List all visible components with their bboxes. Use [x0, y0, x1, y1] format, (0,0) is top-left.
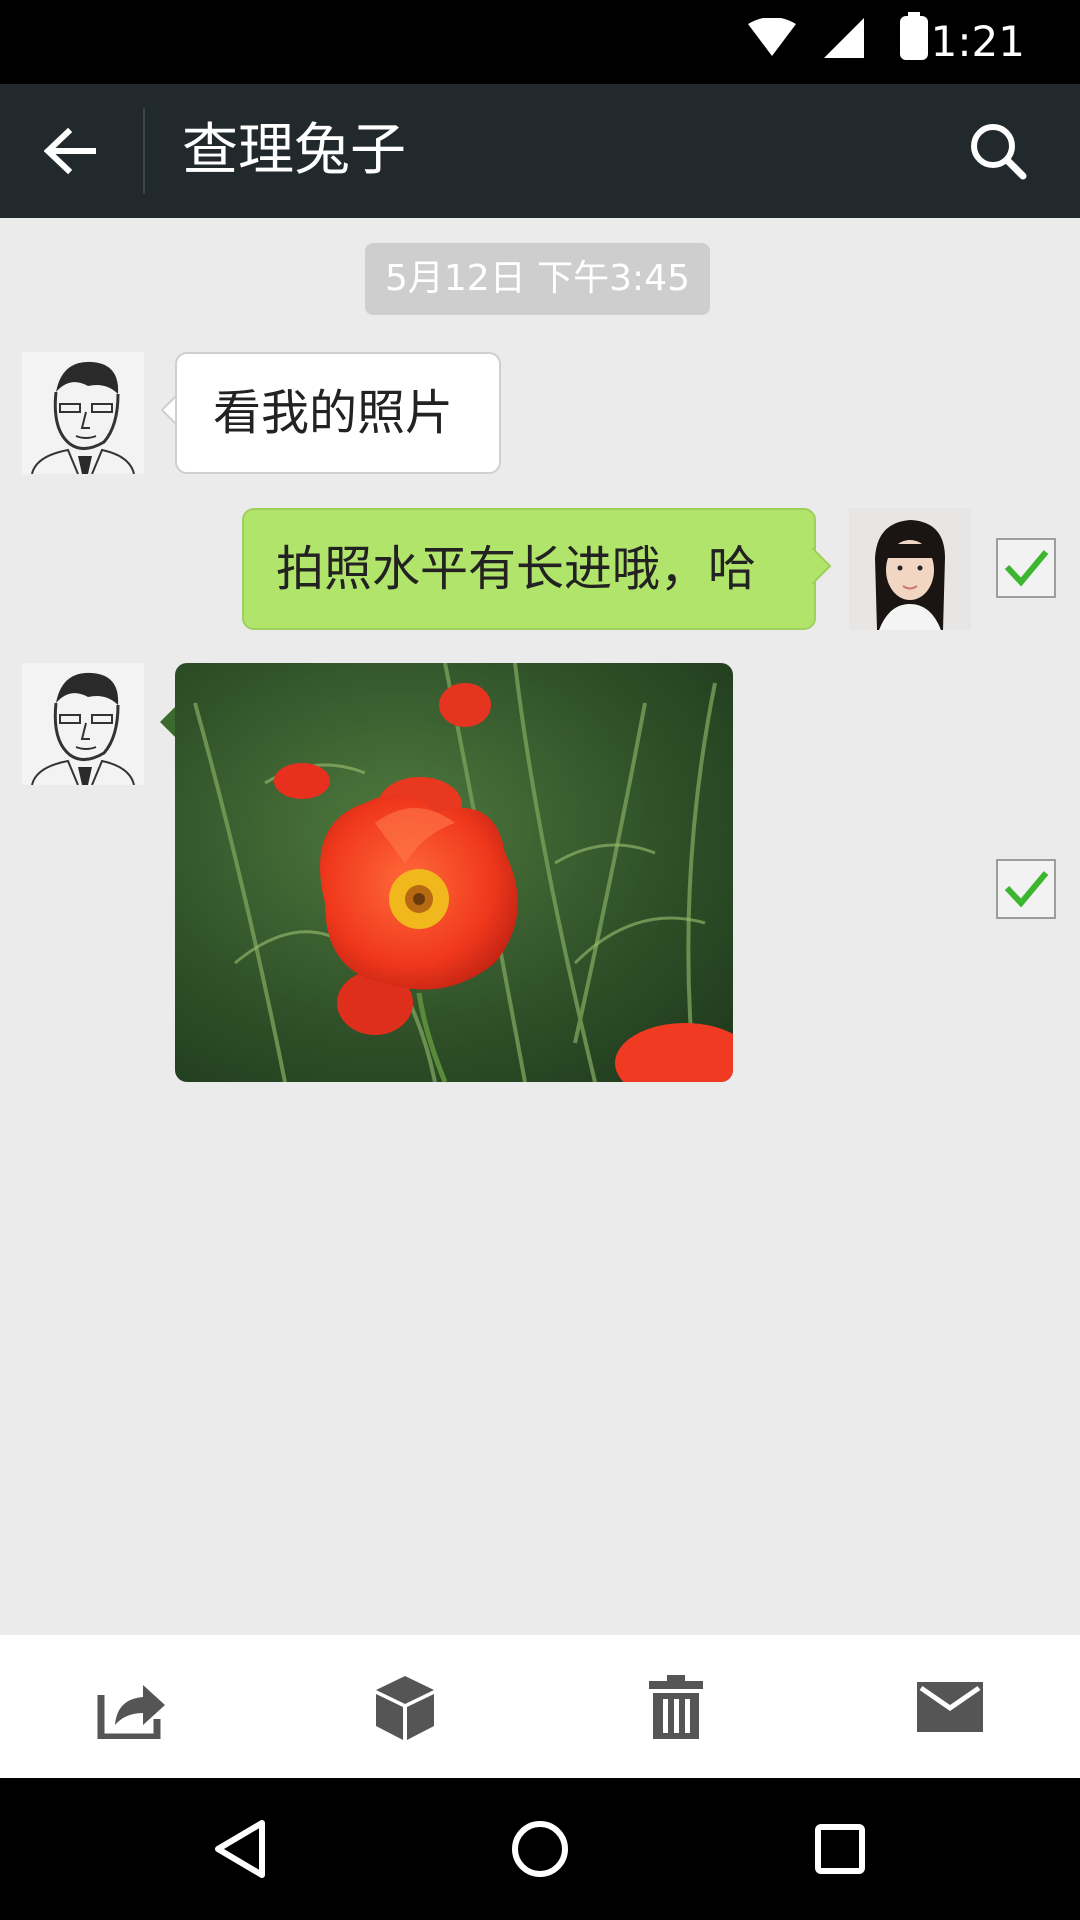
sketch-man-avatar	[22, 352, 144, 474]
mail-icon	[917, 1681, 983, 1732]
search-icon	[971, 124, 1027, 180]
nav-back-button[interactable]	[170, 1778, 310, 1920]
message-text: 看我的照片	[213, 385, 454, 441]
action-bar	[0, 1635, 1080, 1778]
my-avatar[interactable]	[849, 508, 971, 630]
message-text: 拍照水平有长进哦，哈	[276, 541, 757, 597]
title-bar: 查理兔子	[0, 84, 1080, 218]
home-circle-icon	[512, 1821, 568, 1877]
recents-square-icon	[815, 1824, 865, 1874]
battery-icon	[900, 12, 928, 60]
checkmark-icon	[1004, 871, 1049, 908]
contact-avatar[interactable]	[22, 663, 144, 785]
nav-recents-button[interactable]	[770, 1778, 910, 1920]
message-image-bubble[interactable]	[175, 663, 733, 1082]
poppy-photo	[175, 663, 733, 1082]
checkmark-icon	[1004, 550, 1049, 587]
wifi-icon	[748, 18, 796, 56]
title-divider	[143, 108, 145, 194]
search-button[interactable]	[955, 108, 1041, 194]
system-nav-bar	[0, 1778, 1080, 1920]
select-checkbox[interactable]	[996, 859, 1056, 919]
delete-button[interactable]	[606, 1635, 746, 1778]
nav-home-button[interactable]	[470, 1778, 610, 1920]
sketch-man-avatar	[22, 663, 144, 785]
message-bubble-incoming[interactable]: 看我的照片	[175, 352, 501, 474]
message-bubble-outgoing[interactable]: 拍照水平有长进哦，哈	[242, 508, 816, 630]
forward-button[interactable]	[62, 1635, 202, 1778]
contact-avatar[interactable]	[22, 352, 144, 474]
chat-timestamp: 5月12日 下午3:45	[365, 243, 710, 315]
box-icon	[376, 1675, 434, 1740]
back-triangle-icon	[215, 1820, 265, 1878]
select-checkbox[interactable]	[996, 538, 1056, 598]
girl-portrait-avatar	[849, 508, 971, 630]
back-button[interactable]	[30, 114, 110, 188]
mail-button[interactable]	[880, 1635, 1020, 1778]
bubble-tail-outgoing	[812, 548, 832, 584]
chat-title: 查理兔子	[182, 118, 406, 183]
status-time: 1:21	[930, 17, 1025, 66]
signal-icon	[824, 18, 864, 58]
trash-icon	[649, 1674, 703, 1739]
share-icon	[97, 1684, 165, 1739]
favorite-button[interactable]	[335, 1635, 475, 1778]
status-bar: 1:21	[0, 0, 1080, 84]
arrow-left-icon	[44, 128, 96, 174]
